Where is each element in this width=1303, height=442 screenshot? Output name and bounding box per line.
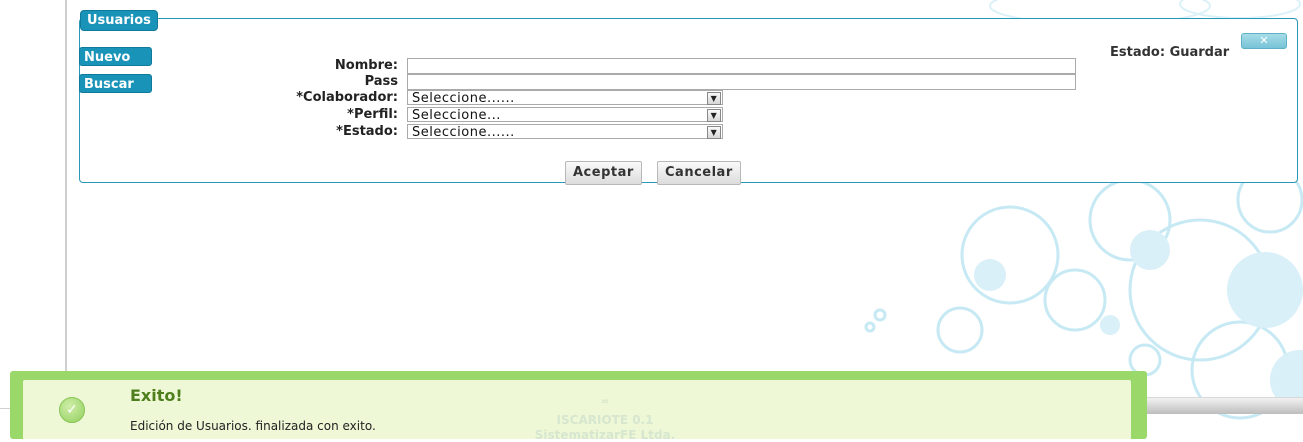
buscar-button[interactable]: Buscar [79,74,152,93]
footer-app-name: ISCARIOTE 0.1 [556,413,654,427]
footer-company: SistematizarFE Ltda. [534,428,676,442]
pass-label: Pass [364,74,398,89]
colaborador-select[interactable]: Seleccione...... ▼ [407,90,723,106]
perfil-label: *Perfil: [347,107,398,122]
estado-status: Estado: Guardar [1110,45,1230,60]
nombre-input[interactable] [407,58,1076,74]
aceptar-button[interactable]: Aceptar [565,161,642,185]
close-button[interactable]: ✕ [1241,33,1287,49]
colaborador-value: Seleccione...... [412,91,515,106]
estado-select[interactable]: Seleccione...... ▼ [407,124,723,140]
check-icon: ✓ [59,397,85,423]
cancelar-button[interactable]: Cancelar [657,161,741,185]
nuevo-button[interactable]: Nuevo [79,47,152,66]
chevron-down-icon[interactable]: ▼ [707,126,721,139]
estado-value: Seleccione...... [412,125,515,140]
toast-title: Exito! [130,386,183,405]
toast-message: Edición de Usuarios. finalizada con exit… [130,419,376,433]
perfil-value: Seleccione... [412,108,501,123]
left-divider [65,0,67,375]
close-icon: ✕ [1259,34,1269,47]
nombre-label: Nombre: [334,58,398,73]
pass-input[interactable] [407,74,1076,90]
colaborador-label: *Colaborador: [296,90,398,105]
chevron-down-icon[interactable]: ▼ [707,92,721,105]
footer-tilde: = [600,396,610,407]
panel-title: Usuarios [80,10,158,31]
chevron-down-icon[interactable]: ▼ [707,109,721,122]
estado-label: *Estado: [336,124,398,139]
perfil-select[interactable]: Seleccione... ▼ [407,107,723,123]
bottom-scrollbar[interactable] [1130,397,1303,414]
